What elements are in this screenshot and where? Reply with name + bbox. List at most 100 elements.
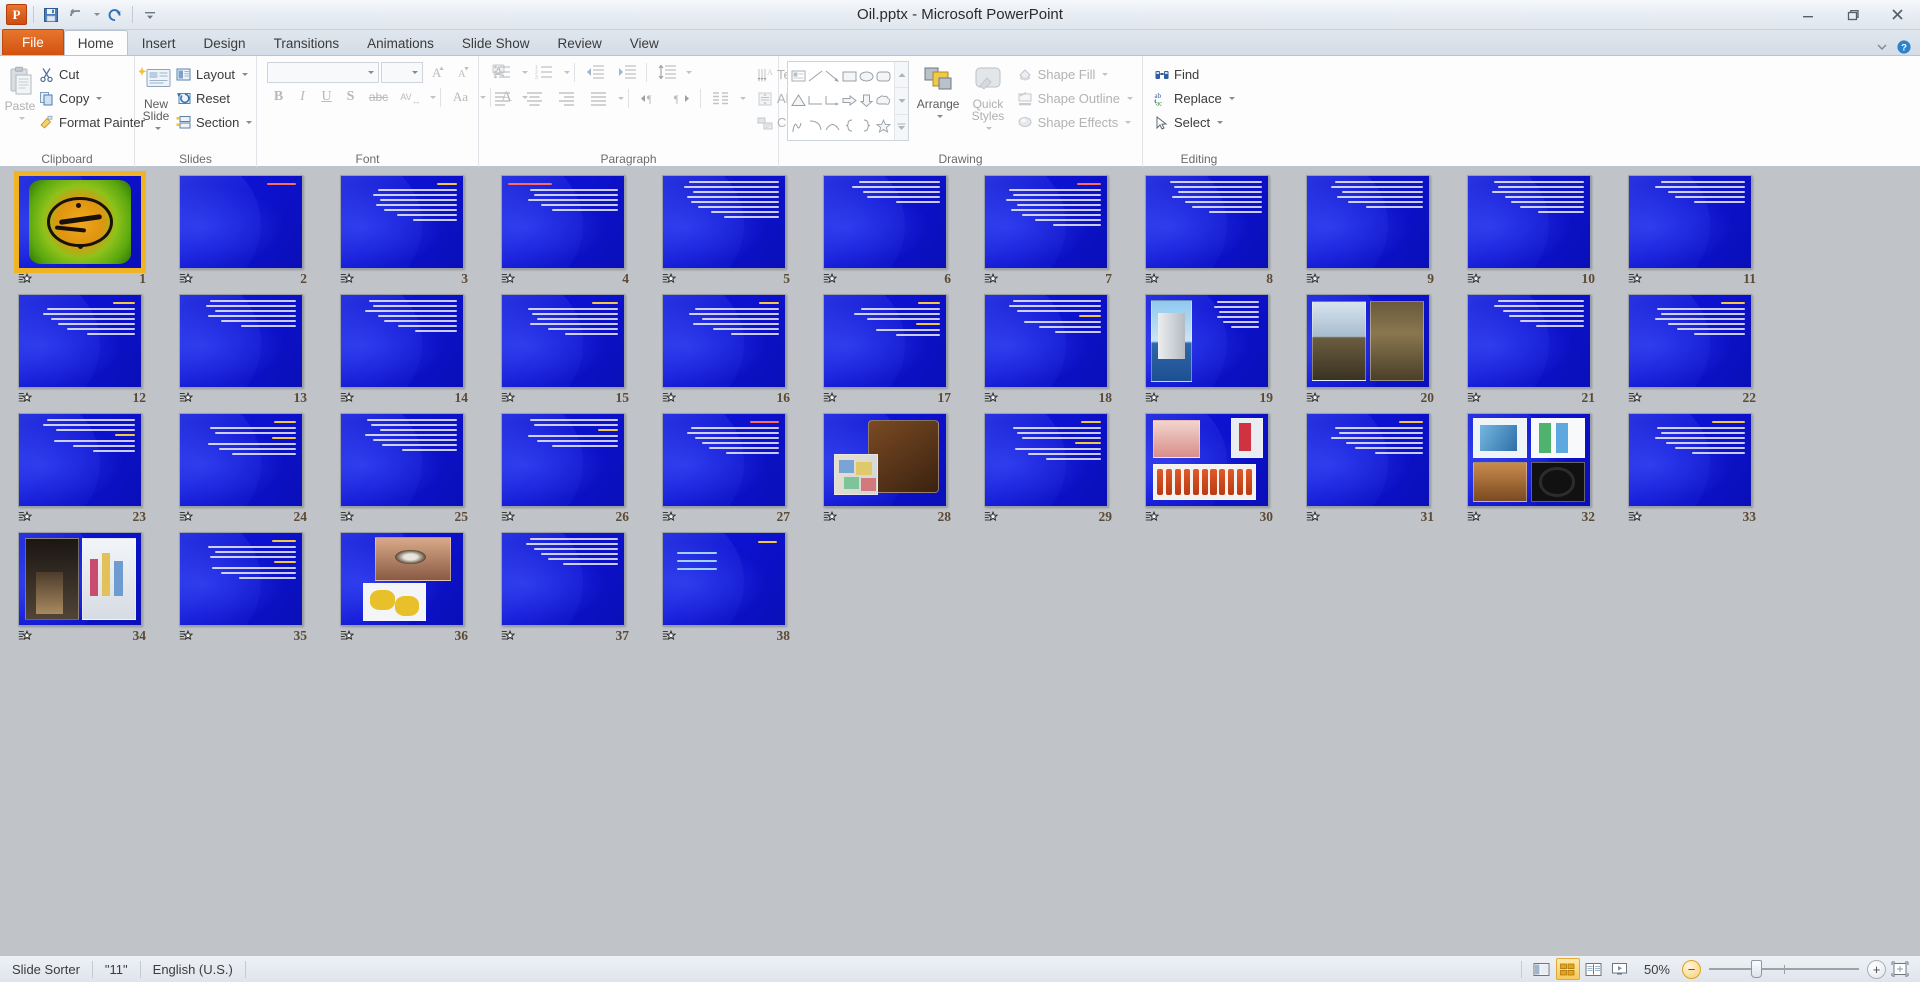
slide-thumbnail-cell[interactable]: 26 — [495, 413, 637, 527]
transition-star-icon[interactable] — [340, 629, 355, 643]
slide-thumbnail-cell[interactable]: 15 — [495, 294, 637, 408]
gallery-more-icon[interactable] — [895, 115, 908, 140]
font-size-input[interactable] — [381, 61, 423, 83]
transition-star-icon[interactable] — [18, 510, 33, 524]
zoom-out-button[interactable]: − — [1682, 959, 1701, 979]
slide-thumbnail[interactable] — [984, 175, 1108, 269]
justify-icon[interactable] — [583, 87, 614, 109]
slide-thumbnail-cell[interactable]: 37 — [495, 532, 637, 646]
undo-dropdown-icon[interactable] — [90, 4, 101, 26]
shape-fill-button[interactable]: Shape Fill — [1015, 63, 1138, 86]
transition-star-icon[interactable] — [1467, 510, 1482, 524]
transition-star-icon[interactable] — [984, 391, 999, 405]
undo-icon[interactable] — [65, 4, 87, 26]
tab-view[interactable]: View — [616, 30, 673, 55]
slide-grid[interactable]: 1 2 3 4 5 6 7 8 9 10 11 12 13 14 15 16 17 18 19 20 21 22 23 24 2… — [0, 167, 1920, 955]
zoom-slider-handle[interactable] — [1751, 960, 1762, 978]
slide-thumbnail[interactable] — [18, 294, 142, 388]
slide-thumbnail[interactable] — [662, 175, 786, 269]
triangle-shape[interactable] — [790, 89, 807, 114]
transition-star-icon[interactable] — [18, 272, 33, 286]
help-icon[interactable]: ? — [1896, 39, 1912, 55]
slide-thumbnail-cell[interactable]: 2 — [173, 175, 315, 289]
slide-thumbnail-cell[interactable]: 5 — [656, 175, 798, 289]
slide-thumbnail[interactable] — [662, 294, 786, 388]
rectangle-shape[interactable] — [841, 64, 858, 89]
slide-thumbnail[interactable] — [18, 413, 142, 507]
chevron-down-icon[interactable] — [427, 86, 436, 108]
increase-indent-icon[interactable] — [611, 61, 642, 83]
text-box-shape[interactable] — [790, 64, 807, 89]
slide-thumbnail[interactable] — [984, 294, 1108, 388]
restore-button[interactable] — [1830, 0, 1875, 29]
slide-thumbnail[interactable] — [1467, 413, 1591, 507]
slide-thumbnail[interactable] — [823, 413, 947, 507]
transition-star-icon[interactable] — [501, 272, 516, 286]
layout-button[interactable]: Layout — [173, 63, 257, 86]
slide-thumbnail[interactable] — [340, 175, 464, 269]
chevron-down-icon[interactable] — [519, 61, 528, 83]
underline-icon[interactable]: U — [315, 86, 338, 108]
transition-star-icon[interactable] — [179, 629, 194, 643]
slide-thumbnail[interactable] — [1467, 294, 1591, 388]
slide-thumbnail-cell[interactable]: 36 — [334, 532, 476, 646]
slide-thumbnail-cell[interactable]: 10 — [1461, 175, 1603, 289]
gallery-scroll-up-icon[interactable] — [895, 62, 908, 89]
paste-button[interactable]: Paste — [4, 61, 36, 124]
align-left-icon[interactable] — [487, 87, 518, 109]
save-icon[interactable] — [40, 4, 62, 26]
slide-thumbnail-cell[interactable]: 38 — [656, 532, 798, 646]
slide-thumbnail-cell[interactable]: 30 — [1139, 413, 1281, 527]
slide-thumbnail-cell[interactable]: 11 — [1622, 175, 1764, 289]
transition-star-icon[interactable] — [340, 272, 355, 286]
transition-star-icon[interactable] — [984, 272, 999, 286]
powerpoint-logo-icon[interactable]: P — [6, 4, 27, 25]
chevron-down-icon[interactable] — [1125, 121, 1132, 124]
transition-star-icon[interactable] — [340, 391, 355, 405]
slide-thumbnail-cell[interactable]: 1 — [12, 171, 154, 289]
character-spacing-icon[interactable]: AV ↔ — [395, 86, 426, 108]
transition-star-icon[interactable] — [340, 510, 355, 524]
bullets-icon[interactable] — [487, 61, 518, 83]
chevron-down-icon[interactable] — [368, 70, 374, 74]
star-shape[interactable] — [875, 113, 892, 138]
chevron-down-icon[interactable] — [1228, 97, 1235, 100]
slide-thumbnail[interactable] — [179, 532, 303, 626]
transition-star-icon[interactable] — [1306, 391, 1321, 405]
transition-star-icon[interactable] — [501, 391, 516, 405]
transition-star-icon[interactable] — [1628, 272, 1643, 286]
ribbon[interactable]: Paste Cut Copy Format Painter Clipboard … — [0, 56, 1920, 167]
slide-thumbnail[interactable] — [1145, 294, 1269, 388]
chevron-down-icon[interactable] — [246, 121, 253, 124]
tab-review[interactable]: Review — [543, 30, 615, 55]
columns-icon[interactable] — [705, 87, 736, 109]
transition-star-icon[interactable] — [823, 391, 838, 405]
chevron-down-icon[interactable] — [615, 87, 624, 109]
slide-thumbnail-cell[interactable]: 16 — [656, 294, 798, 408]
slide-thumbnail-cell[interactable]: 23 — [12, 413, 154, 527]
transition-star-icon[interactable] — [1467, 272, 1482, 286]
zoom-in-button[interactable]: + — [1867, 959, 1886, 979]
rounded-rectangle-shape[interactable] — [875, 64, 892, 89]
slide-thumbnail-cell[interactable]: 32 — [1461, 413, 1603, 527]
slide-thumbnail[interactable] — [179, 294, 303, 388]
ribbon-tabs[interactable]: File Home Insert Design Transitions Anim… — [0, 29, 1920, 56]
slide-thumbnail-cell[interactable]: 21 — [1461, 294, 1603, 408]
slide-thumbnail[interactable] — [1306, 294, 1430, 388]
slide-sorter-workspace[interactable]: 1 2 3 4 5 6 7 8 9 10 11 12 13 14 15 16 17 18 19 20 21 22 23 24 2… — [0, 167, 1920, 955]
shape-outline-button[interactable]: Shape Outline — [1015, 87, 1138, 110]
slide-sorter-view-button[interactable] — [1555, 958, 1580, 980]
gallery-scroll-down-icon[interactable] — [895, 88, 908, 115]
slide-thumbnail[interactable] — [179, 413, 303, 507]
reset-button[interactable]: Reset — [173, 87, 257, 110]
cloud-shape[interactable] — [875, 89, 892, 114]
slide-thumbnail[interactable] — [1628, 294, 1752, 388]
slide-thumbnail-cell[interactable]: 27 — [656, 413, 798, 527]
slide-thumbnail[interactable] — [823, 294, 947, 388]
slide-thumbnail-cell[interactable]: 22 — [1622, 294, 1764, 408]
slide-thumbnail[interactable] — [18, 532, 142, 626]
text-direction-ltr-icon[interactable]: ¶ — [633, 87, 664, 109]
shapes-gallery-scrollbar[interactable] — [894, 62, 908, 140]
italic-icon[interactable]: I — [291, 86, 314, 108]
shapes-gallery[interactable] — [787, 61, 909, 141]
